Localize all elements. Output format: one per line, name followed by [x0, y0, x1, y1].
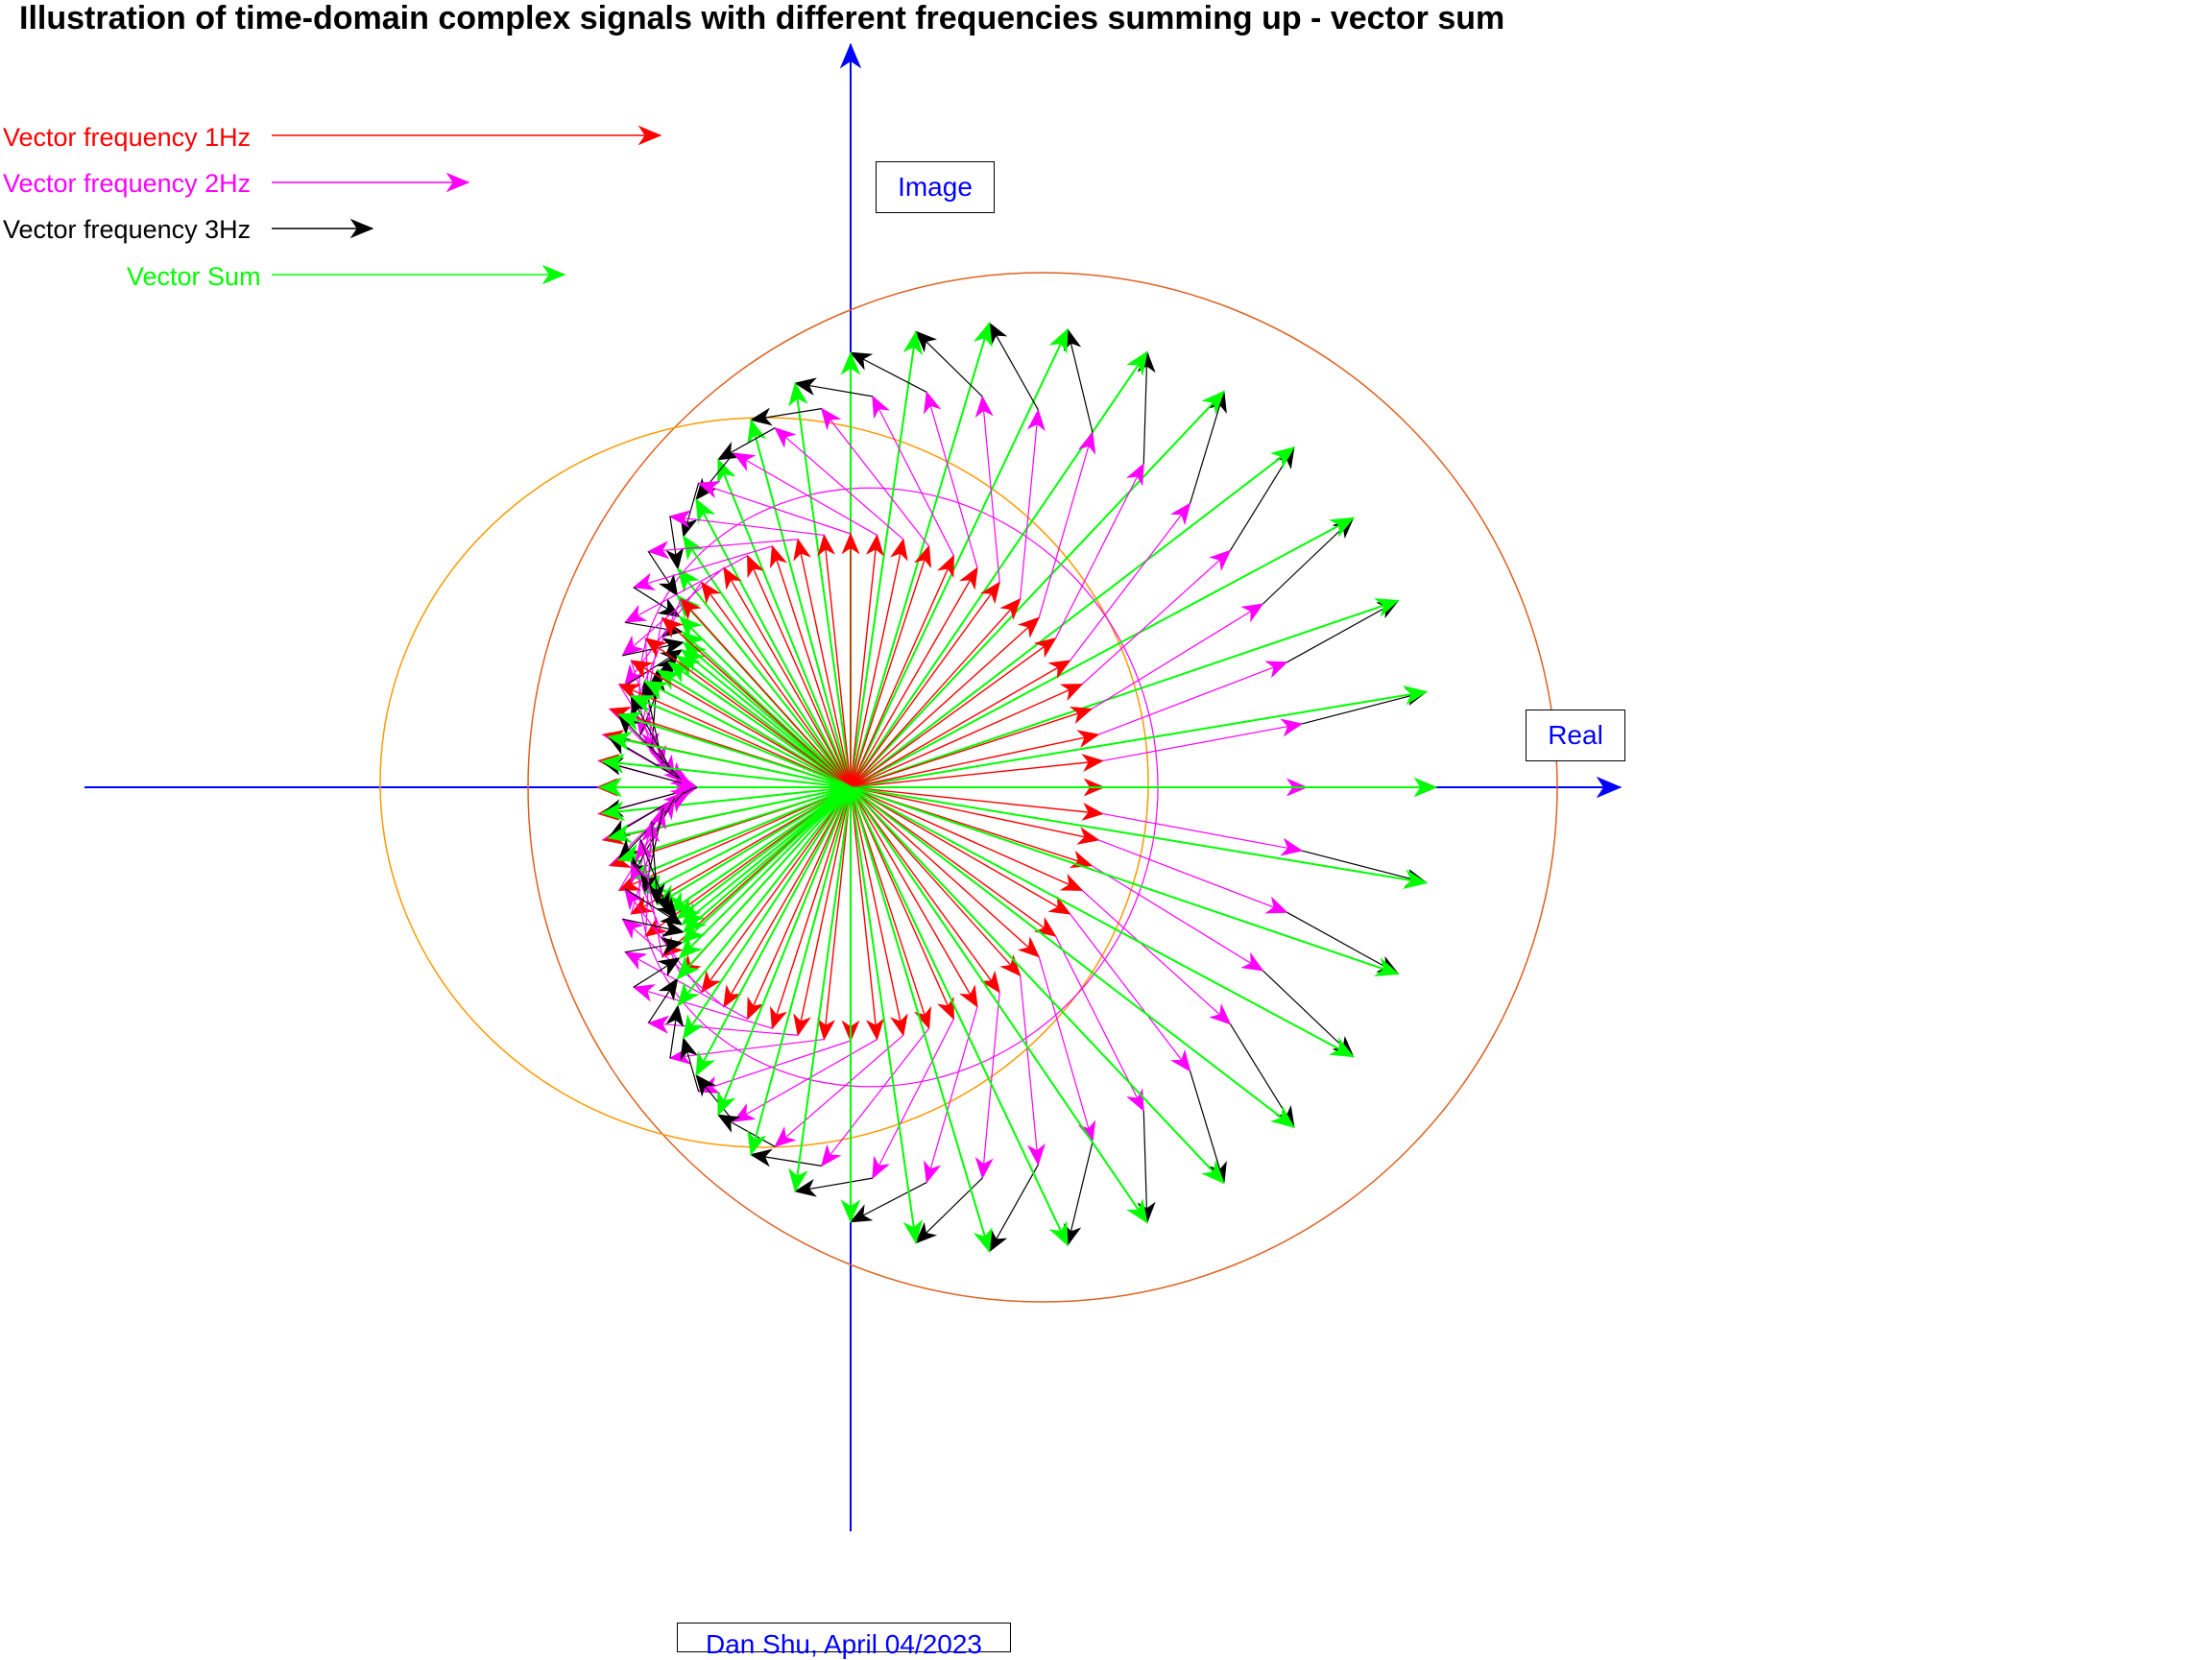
vector-2hz	[1055, 462, 1144, 639]
vector-sum	[850, 330, 924, 788]
vector-2hz	[872, 1018, 954, 1180]
vector-2hz	[1020, 408, 1046, 599]
vector-3hz	[915, 330, 983, 397]
vector-2hz	[924, 1006, 978, 1184]
vector-2hz	[1081, 549, 1232, 686]
vector-2hz	[974, 395, 1000, 583]
vector-sum	[850, 786, 1295, 1128]
real-axis-label: Real	[1526, 710, 1625, 761]
vector-2hz	[1098, 661, 1288, 735]
vector-3hz	[988, 322, 1039, 411]
legend-label-sum: Vector Sum	[127, 262, 261, 291]
vector-2hz	[774, 1034, 904, 1148]
vector-3hz	[1063, 327, 1094, 433]
vector-2hz	[820, 1027, 930, 1167]
vector-2hz	[1081, 889, 1232, 1025]
vector-1hz	[850, 554, 955, 788]
legend-label-1hz: Vector frequency 1Hz	[3, 123, 252, 152]
vector-3hz	[1063, 1142, 1094, 1247]
vector-3hz	[749, 407, 822, 426]
vector-sum	[851, 777, 1438, 798]
legend-arrow-1hz	[272, 125, 662, 146]
vector-3hz	[749, 1148, 822, 1167]
vector-2hz	[774, 426, 904, 541]
vector-3hz	[680, 1037, 700, 1092]
vector-3hz	[665, 1004, 685, 1059]
vector-3hz	[665, 516, 685, 570]
legend-arrow-3hz	[272, 218, 374, 239]
vector-2hz	[872, 395, 954, 557]
vector-3hz	[988, 1164, 1039, 1253]
vector-3hz	[1286, 599, 1400, 663]
vector-3hz	[915, 1177, 983, 1244]
vector-sum	[850, 446, 1295, 788]
vector-sum	[850, 390, 1225, 788]
vector-sum	[598, 777, 851, 798]
vector-sum	[850, 786, 1225, 1185]
vector-sum	[850, 786, 1400, 976]
vector-2hz	[820, 407, 930, 547]
vector-3hz	[849, 1182, 927, 1223]
legend-label-3hz: Vector frequency 3Hz	[3, 215, 252, 244]
vector-2hz	[1020, 975, 1046, 1167]
vector-3hz	[794, 1177, 873, 1197]
vector-3hz	[849, 351, 927, 393]
first-harmonic-locus	[379, 417, 1149, 1148]
vector-3hz	[1286, 911, 1400, 975]
vector-sum	[747, 419, 852, 788]
vectors	[595, 322, 1438, 1253]
vector-sum	[850, 598, 1400, 788]
vector-sum	[788, 381, 852, 788]
image-axis-label: Image	[876, 161, 995, 213]
vector-sum	[747, 786, 852, 1156]
legend-arrow-2hz	[272, 172, 470, 193]
vector-samples	[595, 322, 1438, 1253]
vector-sum	[788, 786, 852, 1193]
legend-arrows	[272, 125, 662, 285]
chart-title: Illustration of time-domain complex sign…	[19, 0, 1505, 36]
legend-arrow-sum	[272, 264, 566, 285]
author-footer: Dan Shu, April 04/2023	[677, 1623, 1011, 1659]
vector-3hz	[680, 483, 700, 538]
legend-label-2hz: Vector frequency 2Hz	[3, 169, 252, 198]
vector-sum	[678, 786, 852, 959]
plot-area	[84, 42, 1623, 1531]
vector-sum	[678, 615, 852, 788]
vector-2hz	[733, 452, 878, 536]
vector-3hz	[794, 377, 873, 397]
vector-2hz	[924, 391, 978, 568]
vector-2hz	[1038, 956, 1096, 1143]
vector-2hz	[733, 1039, 878, 1122]
vector-sum	[850, 786, 924, 1244]
vector-2hz	[1038, 431, 1096, 618]
phasor-diagram: Illustration of time-domain complex sign…	[0, 0, 2212, 1659]
